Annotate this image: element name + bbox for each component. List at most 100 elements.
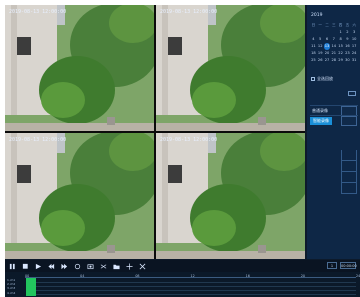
tick-label: 12	[190, 274, 195, 278]
timeline[interactable]: 00 04 08 12 16 20 24 1.ch1 2.ch2 3.ch3 4.ch4	[5, 272, 360, 297]
camera-scene	[5, 133, 154, 259]
calendar-day[interactable]: 22	[337, 50, 344, 57]
calendar-week-row: 4 5 6 7 8 9 10	[310, 36, 358, 43]
calendar-day[interactable]: 15	[337, 43, 344, 50]
calendar-day[interactable]: 20	[324, 50, 331, 57]
timestamp-overlay: 2019-08-13 12:00:00	[9, 9, 67, 15]
video-tile-1[interactable]: 2019-08-13 12:00:00	[5, 5, 154, 131]
playback-toolbar: 1 00:00:00	[5, 260, 360, 272]
channel-slot-list	[341, 150, 357, 194]
calendar-week-row: 11 12 13 14 15 16 17	[310, 43, 358, 50]
calendar-day[interactable]: 27	[324, 57, 331, 64]
calendar-day[interactable]: 19	[317, 50, 324, 57]
pause-icon[interactable]	[8, 262, 16, 270]
speed-field[interactable]: 1	[327, 262, 337, 269]
calendar-day[interactable]: 23	[344, 50, 351, 57]
close-icon[interactable]	[138, 262, 146, 270]
calendar-week-row: 123	[310, 29, 358, 36]
calendar-day[interactable]: 16	[344, 43, 351, 50]
calendar-weekday: 四	[338, 23, 343, 27]
calendar-day[interactable]: 31	[351, 57, 358, 64]
timeline-row-label: 4.ch4	[7, 290, 16, 295]
rewind-icon[interactable]	[47, 262, 55, 270]
calendar-weekday: 一	[318, 23, 322, 27]
screenshot-frame: 2019-08-13 12:00:00 2019-08-13 12:00:00	[0, 0, 360, 297]
search-button[interactable]	[348, 91, 356, 96]
calendar-day[interactable]: 18	[310, 50, 317, 57]
calendar-day[interactable]: 28	[330, 57, 337, 64]
channel-slot[interactable]	[341, 161, 357, 172]
calendar-day[interactable]: 8	[337, 36, 344, 43]
folder-icon[interactable]	[112, 262, 120, 270]
stop-icon[interactable]	[21, 262, 29, 270]
time-field[interactable]: 00:00:00	[340, 262, 357, 269]
select-all-row[interactable]: 全选回放	[311, 76, 333, 82]
slow-icon[interactable]	[73, 262, 81, 270]
camera-scene	[156, 5, 305, 131]
timeline-track	[36, 282, 356, 283]
calendar-day[interactable]: 24	[351, 50, 358, 57]
calendar-day[interactable]: 12	[317, 43, 324, 50]
calendar-day[interactable]: 29	[337, 57, 344, 64]
calendar-day[interactable]: 11	[310, 43, 317, 50]
camera-scene	[5, 5, 154, 131]
select-all-label: 全选回放	[317, 76, 333, 81]
clip-icon[interactable]	[99, 262, 107, 270]
video-tile-3[interactable]: 2019-08-13 12:00:00	[5, 133, 154, 259]
record-type-label: 普通录像	[312, 108, 328, 113]
fast-forward-icon[interactable]	[60, 262, 68, 270]
time-ruler[interactable]: 00 04 08 12 16 20 24	[25, 274, 360, 278]
timeline-track	[36, 294, 356, 295]
calendar-day[interactable]: 14	[330, 43, 337, 50]
timeline-row-labels: 1.ch1 2.ch2 3.ch3 4.ch4	[7, 278, 21, 295]
calendar-weekday: 二	[325, 23, 329, 27]
calendar-day[interactable]: 1	[337, 29, 344, 36]
snapshot-icon[interactable]	[86, 262, 94, 270]
record-type-item[interactable]: 普通录像	[310, 105, 358, 116]
record-type-label: 智能录像	[310, 117, 332, 125]
timestamp-overlay: 2019-08-13 12:00:00	[9, 137, 67, 143]
calendar-day[interactable]: 4	[310, 36, 317, 43]
video-tile-4[interactable]: 2019-08-13 12:00:00	[156, 133, 305, 259]
select-all-checkbox[interactable]	[311, 77, 315, 81]
calendar-month[interactable]: 2019	[311, 13, 322, 18]
zoom-icon[interactable]	[125, 262, 133, 270]
calendar-weekday: 五	[345, 23, 350, 27]
calendar-day[interactable]: 21	[330, 50, 337, 57]
timeline-track	[36, 290, 356, 291]
record-type-item-active[interactable]: 智能录像	[310, 115, 358, 126]
calendar-day[interactable]: 26	[317, 57, 324, 64]
calendar-weekday: 日	[311, 23, 316, 27]
calendar-day	[330, 29, 337, 36]
timestamp-overlay: 2019-08-13 12:00:00	[160, 9, 218, 15]
channel-slot[interactable]	[341, 183, 357, 194]
calendar-day[interactable]: 5	[317, 36, 324, 43]
calendar-day	[317, 29, 324, 36]
calendar-day[interactable]: 7	[330, 36, 337, 43]
video-grid: 2019-08-13 12:00:00 2019-08-13 12:00:00	[5, 5, 305, 259]
toolbar-right: 1 00:00:00	[327, 262, 357, 269]
calendar-day[interactable]: 3	[351, 29, 358, 36]
channel-slot[interactable]	[341, 172, 357, 183]
play-icon[interactable]	[34, 262, 42, 270]
calendar-day	[310, 29, 317, 36]
calendar-weekday: 六	[352, 23, 356, 27]
calendar-day	[324, 29, 331, 36]
timeline-track	[36, 286, 356, 287]
calendar-day[interactable]: 10	[351, 36, 358, 43]
calendar-day[interactable]: 6	[324, 36, 331, 43]
calendar-day[interactable]: 30	[344, 57, 351, 64]
tick-label: 20	[300, 274, 306, 278]
record-type-field[interactable]	[341, 116, 357, 126]
calendar-day-selected[interactable]: 13	[323, 43, 331, 50]
calendar-day[interactable]: 25	[310, 57, 317, 64]
video-tile-2[interactable]: 2019-08-13 12:00:00	[156, 5, 305, 131]
calendar-weekday: 三	[331, 23, 336, 27]
calendar-day[interactable]: 2	[344, 29, 351, 36]
camera-scene	[156, 133, 305, 259]
calendar-day[interactable]: 9	[344, 36, 351, 43]
record-type-list: 普通录像 智能录像	[310, 105, 358, 126]
channel-slot[interactable]	[341, 150, 357, 161]
calendar-day[interactable]: 17	[351, 43, 358, 50]
recording-segment[interactable]	[26, 278, 36, 296]
